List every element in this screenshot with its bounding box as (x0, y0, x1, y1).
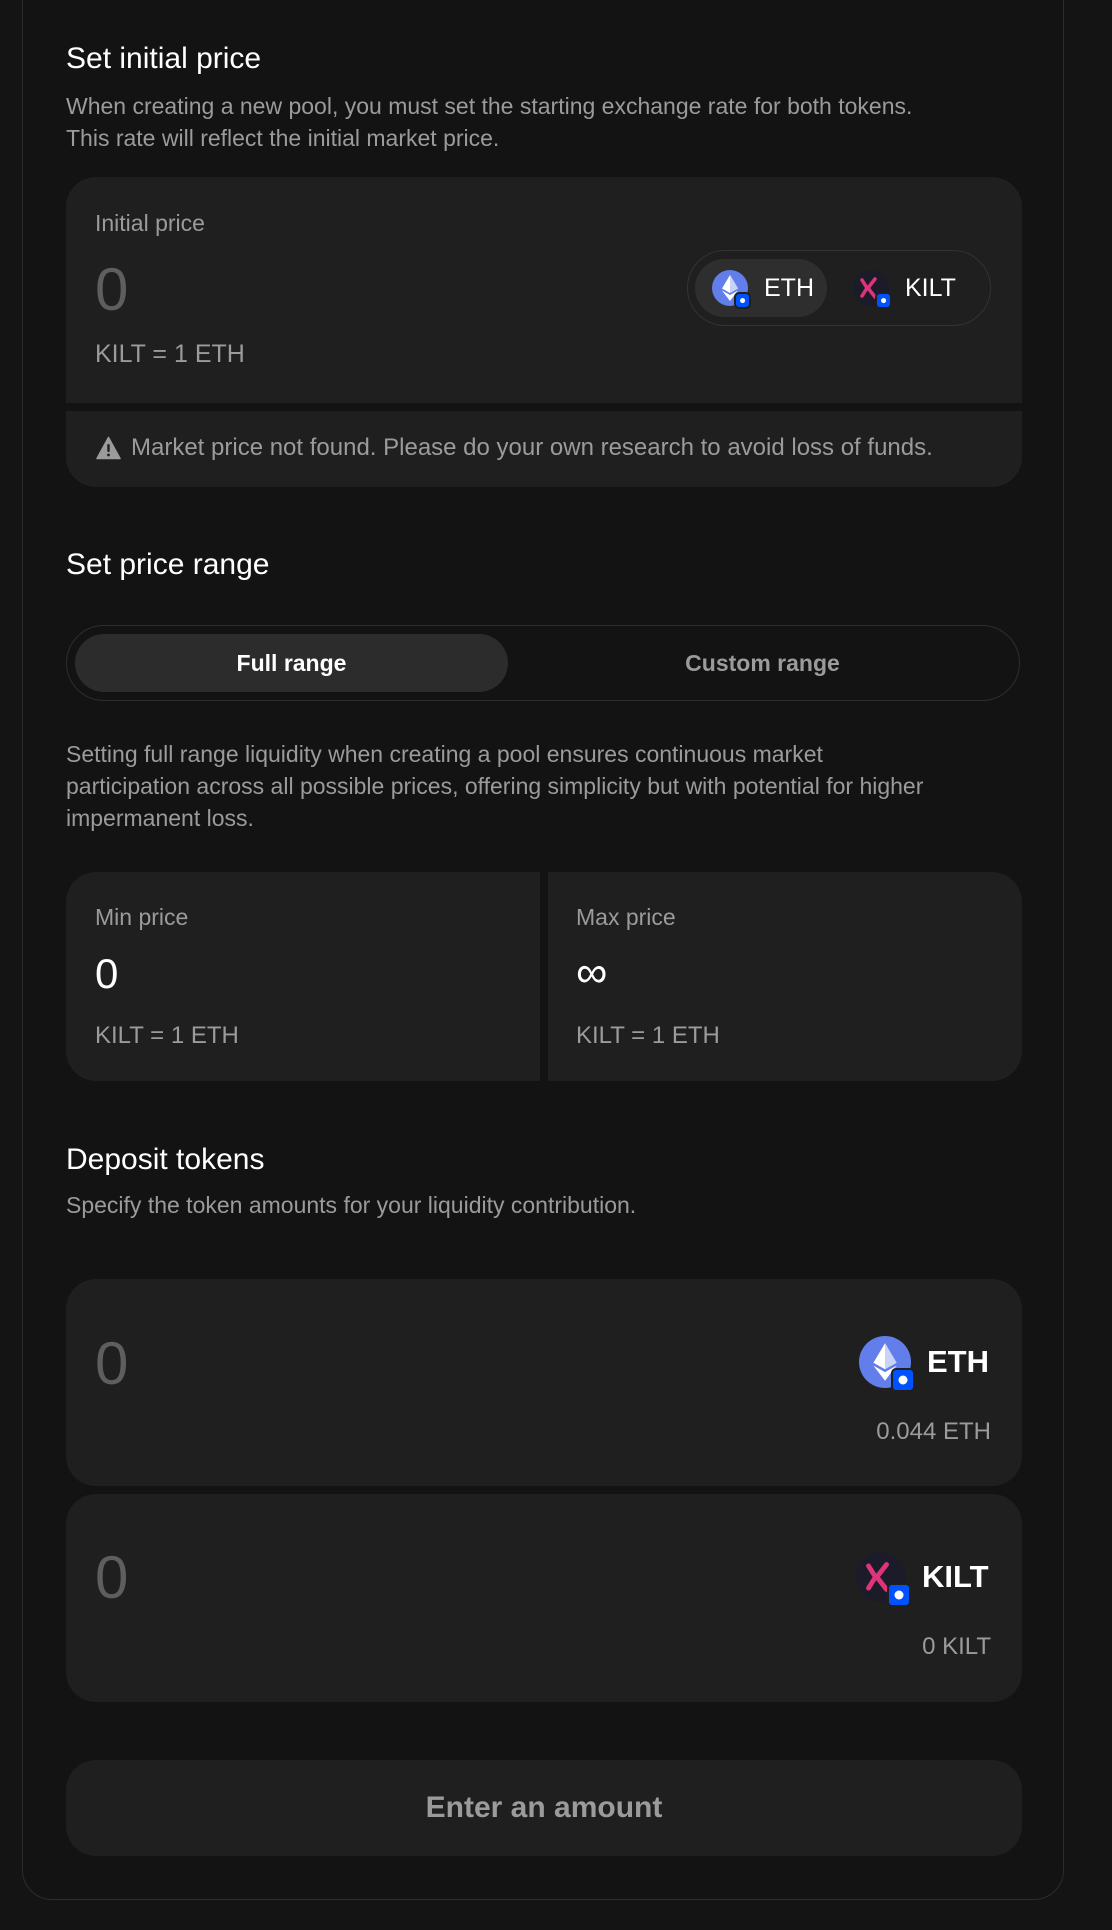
deposit-kilt-symbol: KILT (922, 1559, 989, 1594)
token-toggle-eth[interactable]: ETH (695, 259, 827, 317)
initial-price-label: Initial price (95, 210, 205, 236)
initial-price-rate: KILT = 1 ETH (95, 340, 245, 368)
deposit-eth-amount-input[interactable]: 0 (95, 1329, 128, 1398)
initial-price-description-1: When creating a new pool, you must set t… (66, 93, 913, 119)
chain-badge-icon (891, 1368, 915, 1392)
initial-price-input[interactable]: 0 (95, 255, 128, 324)
kilt-icon (853, 270, 892, 309)
price-range-heading: Set price range (66, 548, 270, 581)
max-price-rate: KILT = 1 ETH (576, 1022, 720, 1049)
eth-icon (712, 270, 751, 309)
deposit-eth-token: ETH (859, 1336, 989, 1392)
deposit-kilt-token: KILT (856, 1552, 989, 1607)
initial-price-heading: Set initial price (66, 42, 262, 75)
chain-badge-icon (887, 1583, 911, 1607)
token-toggle-eth-label: ETH (764, 273, 814, 302)
full-range-button[interactable]: Full range (75, 634, 508, 692)
custom-range-button[interactable]: Custom range (546, 634, 979, 692)
min-price-value: 0 (95, 950, 119, 997)
deposit-kilt-balance: 0 KILT (922, 1633, 991, 1660)
deposit-eth-balance: 0.044 ETH (876, 1418, 991, 1445)
token-toggle-kilt-label: KILT (905, 273, 956, 302)
price-token-toggle: ETH KILT (687, 250, 991, 326)
min-price-label: Min price (95, 904, 189, 930)
deposit-description: Specify the token amounts for your liqui… (66, 1192, 637, 1218)
chain-badge-icon (875, 292, 892, 309)
range-type-selector: Full range Custom range (66, 625, 1020, 701)
price-range-description-2: participation across all possible prices… (66, 773, 924, 799)
chain-badge-icon (734, 292, 751, 309)
price-range-description-1: Setting full range liquidity when creati… (66, 741, 823, 767)
deposit-heading: Deposit tokens (66, 1143, 265, 1176)
max-price-label: Max price (576, 904, 676, 930)
min-price-rate: KILT = 1 ETH (95, 1022, 239, 1049)
kilt-icon (856, 1552, 911, 1607)
max-price-value: ∞ (576, 948, 608, 997)
initial-price-description-2: This rate will reflect the initial marke… (66, 125, 500, 151)
token-toggle-kilt[interactable]: KILT (853, 259, 983, 317)
enter-amount-button[interactable]: Enter an amount (66, 1760, 1022, 1856)
warning-icon (96, 436, 121, 460)
deposit-kilt-amount-input[interactable]: 0 (95, 1543, 128, 1612)
market-price-warning-text: Market price not found. Please do your o… (131, 434, 933, 461)
price-range-description-3: impermanent loss. (66, 805, 254, 831)
deposit-eth-symbol: ETH (927, 1344, 989, 1379)
eth-icon (859, 1336, 915, 1392)
